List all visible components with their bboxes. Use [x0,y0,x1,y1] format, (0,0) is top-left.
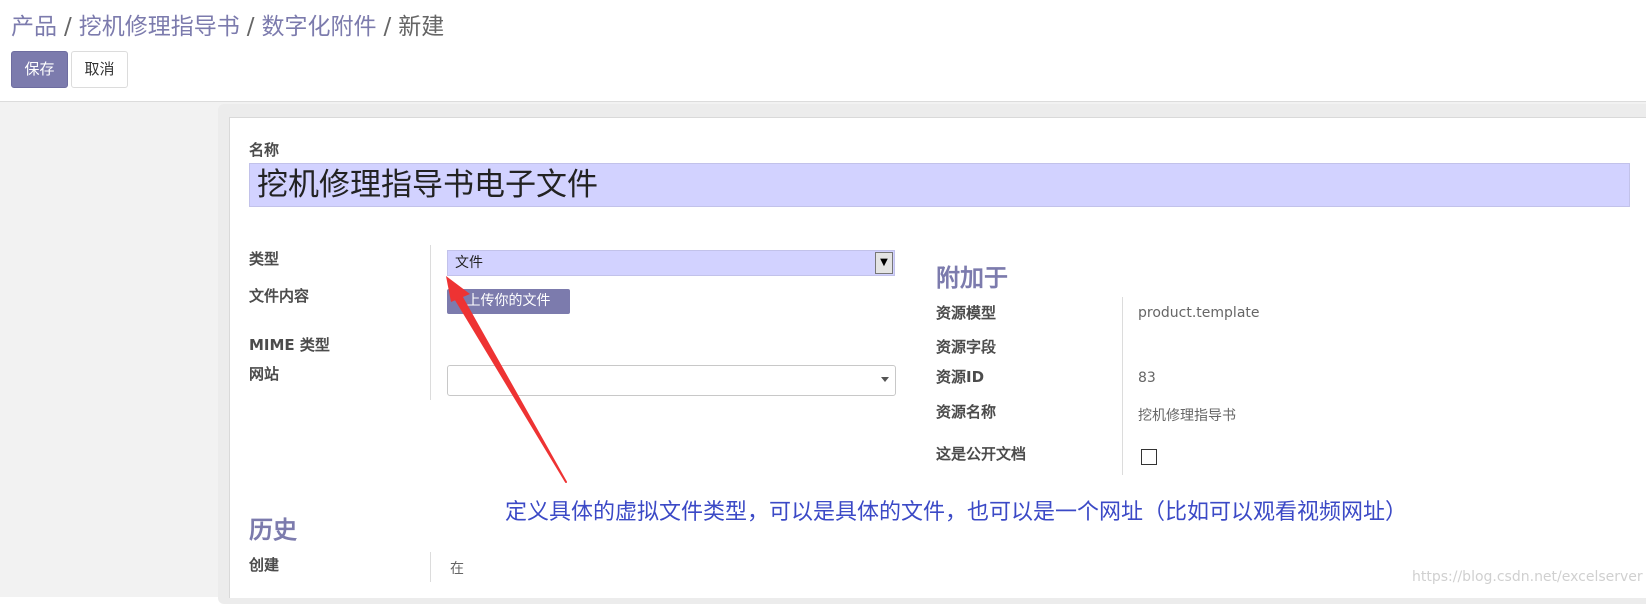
breadcrumb-current: 新建 [398,14,445,40]
name-input[interactable]: 挖机修理指导书电子文件 [249,163,1630,207]
breadcrumb: 产品 / 挖机修理指导书 / 数字化附件 / 新建 [11,12,444,42]
annotation-text: 定义具体的虚拟文件类型，可以是具体的文件，也可以是一个网址（比如可以观看视频网址… [505,500,1408,525]
watermark: https://blog.csdn.net/excelserver [1412,569,1643,585]
resource-model-value: product.template [1138,305,1260,321]
file-content-label: 文件内容 [249,287,310,305]
mime-type-label: MIME 类型 [249,336,330,354]
breadcrumb-item-product[interactable]: 挖机修理指导书 [79,14,240,40]
resource-name-value: 挖机修理指导书 [1138,408,1236,424]
breadcrumb-separator: / [64,14,72,40]
resource-id-label: 资源ID [936,368,985,386]
left-group-divider [430,245,431,400]
resource-model-label: 资源模型 [936,304,997,322]
save-button[interactable]: 保存 [11,51,68,88]
breadcrumb-separator: / [383,14,392,40]
type-label: 类型 [249,250,280,268]
control-panel: 产品 / 挖机修理指导书 / 数字化附件 / 新建 保存 取消 [0,0,1646,102]
cancel-button[interactable]: 取消 [71,51,128,88]
right-group-divider [1122,297,1123,475]
chevron-down-icon[interactable]: ▼ [875,252,893,274]
created-value: 在 [450,561,464,577]
history-title: 历史 [249,516,297,544]
caret-down-icon[interactable] [881,377,889,382]
attached-to-title: 附加于 [936,264,1008,292]
created-label: 创建 [249,556,280,574]
type-select-value: 文件 [455,255,483,271]
resource-field-label: 资源字段 [936,338,997,356]
resource-id-value: 83 [1138,370,1156,386]
type-select[interactable]: 文件 ▼ [447,250,895,276]
history-divider [430,552,431,582]
public-document-checkbox[interactable] [1141,449,1157,465]
website-label: 网站 [249,365,280,383]
public-document-label: 这是公开文档 [936,445,1027,463]
upload-file-button[interactable]: 上传你的文件 [447,289,570,314]
breadcrumb-separator: / [246,14,255,40]
breadcrumb-item-attachments[interactable]: 数字化附件 [262,14,377,40]
name-label: 名称 [249,141,280,159]
breadcrumb-item-products[interactable]: 产品 [11,14,57,40]
website-select[interactable] [447,365,896,396]
resource-name-label: 资源名称 [936,403,997,421]
